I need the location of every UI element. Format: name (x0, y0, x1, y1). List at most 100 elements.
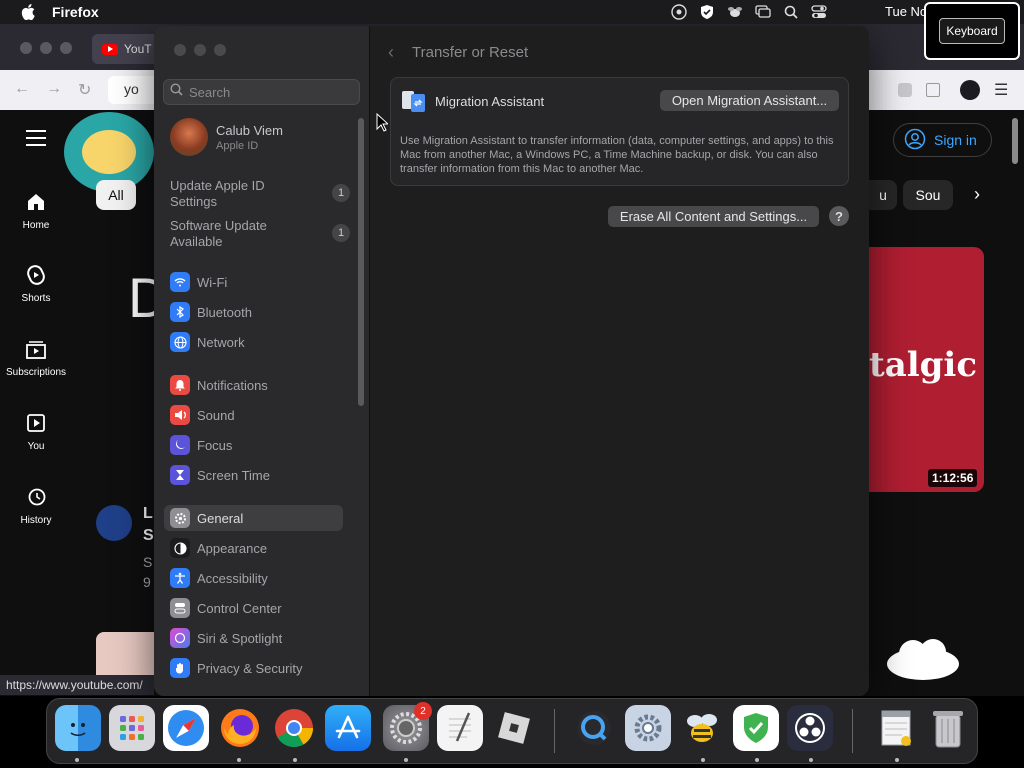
back-arrow-icon[interactable]: ← (14, 80, 30, 98)
video-thumbnail-2[interactable] (96, 632, 154, 676)
yt-nav-subscriptions[interactable]: Subscriptions (0, 337, 72, 378)
sidebar-item-bluetooth[interactable]: Bluetooth (164, 299, 344, 325)
firefox-window-controls (20, 42, 72, 54)
finder-icon[interactable] (55, 705, 101, 751)
firefox-icon[interactable] (217, 705, 263, 751)
open-migration-assistant-button[interactable]: Open Migration Assistant... (660, 90, 839, 111)
textedit-icon[interactable] (437, 705, 483, 751)
apple-id-account[interactable]: Calub Viem Apple ID (170, 118, 283, 156)
channel-avatar[interactable] (96, 505, 132, 541)
sidebar-item-screen-time[interactable]: Screen Time (164, 462, 344, 488)
sidebar-item-appearance[interactable]: Appearance (164, 535, 344, 561)
settings-gear-icon[interactable] (625, 705, 671, 751)
video-title-fragment-2[interactable]: S (143, 527, 154, 545)
page-scrollbar[interactable] (1012, 118, 1018, 164)
bee-icon[interactable] (679, 705, 725, 751)
screen-mirroring-icon[interactable] (749, 0, 777, 24)
menu-icon[interactable]: ☰ (994, 80, 1008, 100)
launchpad-icon[interactable] (109, 705, 155, 751)
sidebar-item-network[interactable]: Network (164, 329, 344, 355)
firefox-tab-youtube[interactable]: YouT (92, 34, 162, 64)
account-icon[interactable] (960, 80, 980, 100)
notice-label: Update Apple ID Settings (170, 178, 265, 209)
sidebar-item-siri-spotlight[interactable]: Siri & Spotlight (164, 625, 344, 651)
sidebar-item-label: Sound (197, 407, 235, 423)
forward-arrow-icon[interactable]: → (46, 80, 62, 98)
window-controls (174, 44, 226, 56)
obs-status-icon[interactable] (665, 0, 693, 24)
app-store-icon[interactable] (325, 705, 371, 751)
extension-icon[interactable] (898, 83, 912, 97)
settings-sidebar: Calub Viem Apple ID Update Apple ID Sett… (154, 26, 370, 696)
preview-icon[interactable] (873, 705, 919, 751)
sidebar-item-control-center[interactable]: Control Center (164, 595, 344, 621)
search-input[interactable] (189, 84, 349, 100)
sidebar-item-notifications[interactable]: Notifications (164, 372, 344, 398)
transfer-reset-pane: ‹ Transfer or Reset Migration Assistant … (370, 26, 869, 696)
help-button[interactable]: ? (829, 206, 849, 226)
chevron-right-icon[interactable]: › (974, 184, 980, 205)
menubar-clock[interactable]: Tue No (885, 4, 927, 19)
running-indicator (895, 758, 899, 762)
chip-sound[interactable]: Sou (903, 180, 953, 210)
sidebar-item-label: Bluetooth (197, 304, 252, 320)
reload-icon[interactable]: ↻ (78, 80, 91, 100)
shield-status-icon[interactable] (693, 0, 721, 24)
trash-icon[interactable] (925, 705, 971, 751)
settings-search[interactable] (163, 79, 360, 105)
migration-assistant-icon (401, 88, 427, 114)
sidebar-item-focus[interactable]: Focus (164, 432, 344, 458)
chrome-icon[interactable] (271, 705, 317, 751)
software-update-notice[interactable]: Software Update Available 1 (170, 218, 350, 250)
bee-status-icon[interactable] (721, 0, 749, 24)
obs-icon[interactable] (787, 705, 833, 751)
adguard-icon[interactable] (733, 705, 779, 751)
running-indicator (237, 758, 241, 762)
yt-nav-label: Home (22, 220, 50, 231)
chip-partial[interactable]: u (869, 180, 897, 210)
sidebar-item-privacy-security[interactable]: Privacy & Security (164, 655, 344, 681)
hamburger-menu-icon[interactable] (26, 130, 46, 151)
speaker-icon (170, 405, 190, 425)
quicktime-icon[interactable] (571, 705, 617, 751)
back-chevron-icon[interactable]: ‹ (388, 42, 394, 63)
zoom-window-button[interactable] (214, 44, 226, 56)
sign-in-button[interactable]: Sign in (893, 123, 992, 157)
dock-separator (852, 709, 853, 753)
close-window-button[interactable] (174, 44, 186, 56)
sidebar-item-sound[interactable]: Sound (164, 402, 344, 428)
video-thumbnail[interactable]: talgic (869, 247, 984, 492)
sign-in-label: Sign in (934, 132, 977, 148)
dock-separator (554, 709, 555, 753)
account-name: Calub Viem (216, 122, 283, 138)
video-title-fragment[interactable]: L (143, 505, 153, 523)
spotlight-search-icon[interactable] (777, 0, 805, 24)
sidebar-item-accessibility[interactable]: Accessibility (164, 565, 344, 591)
safari-icon[interactable] (163, 705, 209, 751)
yt-nav-you[interactable]: You (0, 411, 72, 452)
sidebar-toggle-icon[interactable] (926, 83, 940, 97)
apple-menu-icon[interactable] (18, 2, 38, 22)
sidebar-item-wifi[interactable]: Wi-Fi (164, 269, 344, 295)
channel-name-fragment: S (143, 554, 153, 570)
chip-all[interactable]: All (96, 180, 136, 210)
minimize-window-button[interactable] (194, 44, 206, 56)
yt-nav-home[interactable]: Home (0, 190, 72, 231)
yt-nav-shorts[interactable]: Shorts (0, 263, 72, 304)
siri-icon (170, 628, 190, 648)
active-app-name[interactable]: Firefox (52, 4, 99, 20)
page-title: Transfer or Reset (412, 44, 529, 61)
erase-all-content-button[interactable]: Erase All Content and Settings... (608, 206, 819, 227)
roblox-icon[interactable] (491, 705, 537, 751)
running-indicator (809, 758, 813, 762)
appearance-icon (170, 538, 190, 558)
migration-assistant-title: Migration Assistant (435, 93, 545, 109)
update-apple-id-notice[interactable]: Update Apple ID Settings 1 (170, 178, 350, 210)
yt-nav-history[interactable]: History (0, 485, 72, 526)
sidebar-scrollbar[interactable] (358, 118, 364, 406)
url-text: yo (124, 81, 139, 97)
sidebar-item-general[interactable]: General (164, 505, 343, 531)
control-center-status-icon[interactable] (805, 0, 833, 24)
cloud-thumbnail[interactable] (885, 636, 961, 684)
account-subtitle: Apple ID (216, 139, 259, 152)
